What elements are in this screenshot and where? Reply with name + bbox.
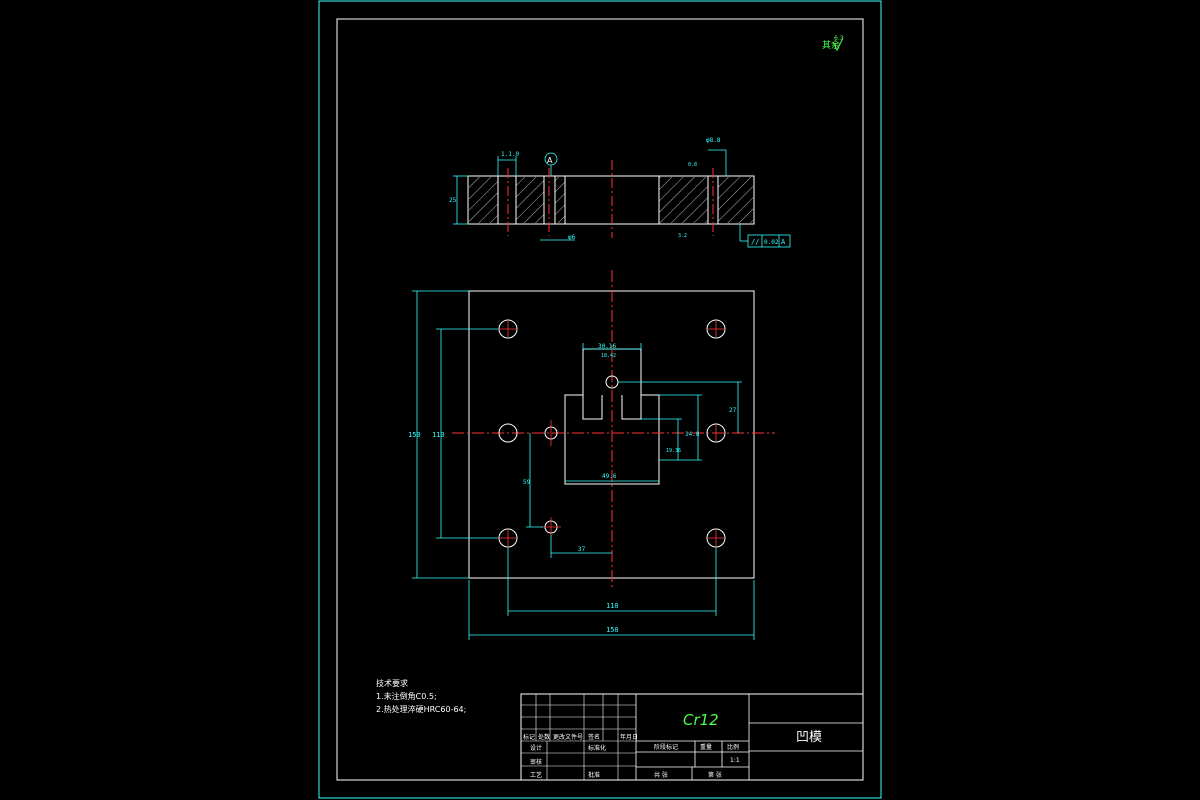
tb-change-doc: 更改文件号: [553, 733, 583, 741]
cavity-depth-dim: 19.36: [666, 448, 681, 454]
cavity-top-sub-dim: 18.42: [601, 353, 616, 359]
pilot-offset-x-dim: 37: [578, 546, 586, 553]
datum-label: A: [547, 156, 553, 165]
tb-weight: 重量: [700, 743, 712, 751]
tb-count: 处数: [538, 733, 550, 741]
counterbore-note: φ8.8: [706, 137, 721, 144]
cavity-width-dim: 49.6: [602, 473, 617, 480]
material-label: Cr12: [683, 711, 719, 729]
tb-approve: 批准: [588, 771, 600, 779]
plan-view: 150 110 150 110 30.16 18.42 49.6 14.8 19…: [408, 270, 775, 640]
tb-scale: 比例: [727, 743, 739, 751]
pilot-offset-y-dim: 59: [523, 479, 531, 486]
tb-design: 设计: [530, 744, 542, 752]
tb-date: 年月日: [620, 733, 638, 741]
thickness-dim: 25: [449, 197, 457, 204]
width-dim: 1.1.0: [501, 151, 519, 158]
hole-spacing-y-dim: 110: [432, 431, 445, 439]
part-name: 凹模: [796, 730, 822, 745]
tech-requirement-item: 1.未注倒角C0.5;: [376, 691, 437, 701]
section-view: 1.1.0 A φ6 25 φ8.8 0.8 3.2 // 0.02 A: [449, 137, 791, 248]
tb-sign: 签名: [588, 733, 600, 741]
hatch-region-4: [659, 177, 708, 223]
tb-stage-mark: 阶段标记: [654, 743, 678, 751]
hatch-region-3: [555, 177, 565, 223]
offset-right-dim: 27: [729, 407, 737, 414]
title-block: 标记 处数 更改文件号 签名 年月日 设计 标准化 审核 工艺 批准 阶段标记 …: [520, 693, 864, 781]
roughness-top: 0.8: [688, 162, 697, 168]
tolerance-value: 0.02: [764, 239, 779, 246]
hatch-region-2: [516, 177, 544, 223]
tolerance-frame: // 0.02 A: [747, 234, 791, 248]
tb-standardize: 标准化: [588, 744, 606, 752]
tolerance-symbol: //: [751, 238, 759, 246]
roughness-bottom: 3.2: [678, 233, 687, 239]
tb-review: 审核: [530, 758, 542, 766]
cavity-top-width-dim: 30.16: [598, 343, 616, 350]
roughness-note: 其余 6.3: [822, 35, 844, 52]
hatch-region-5: [718, 177, 753, 223]
tech-requirements: 技术要求 1.未注倒角C0.5; 2.热处理淬硬HRC60-64;: [376, 678, 466, 714]
tb-sheet-total: 共 张: [654, 771, 668, 779]
tb-sheet-no: 第 张: [708, 771, 722, 779]
tolerance-datum: A: [781, 238, 786, 246]
overall-width-dim: 150: [606, 626, 619, 634]
tb-mark: 标记: [523, 733, 535, 741]
hole-dim: φ6: [568, 234, 576, 241]
overall-height-dim: 150: [408, 431, 421, 439]
tb-scale-value: 1:1: [730, 757, 740, 764]
hole-spacing-x-dim: 110: [606, 602, 619, 610]
cavity-height-dim: 14.8: [685, 431, 700, 438]
inner-border: [336, 18, 864, 781]
section-outline: [467, 175, 755, 225]
tech-requirement-item: 2.热处理淬硬HRC60-64;: [376, 704, 466, 714]
tech-requirements-title: 技术要求: [376, 678, 408, 688]
tb-process: 工艺: [530, 771, 542, 779]
drawing-canvas: 其余 6.3 1.1.0 A φ6 25 φ8.8 0.8 3.2 // 0.0…: [318, 0, 882, 799]
hatch-region-1: [469, 177, 498, 223]
